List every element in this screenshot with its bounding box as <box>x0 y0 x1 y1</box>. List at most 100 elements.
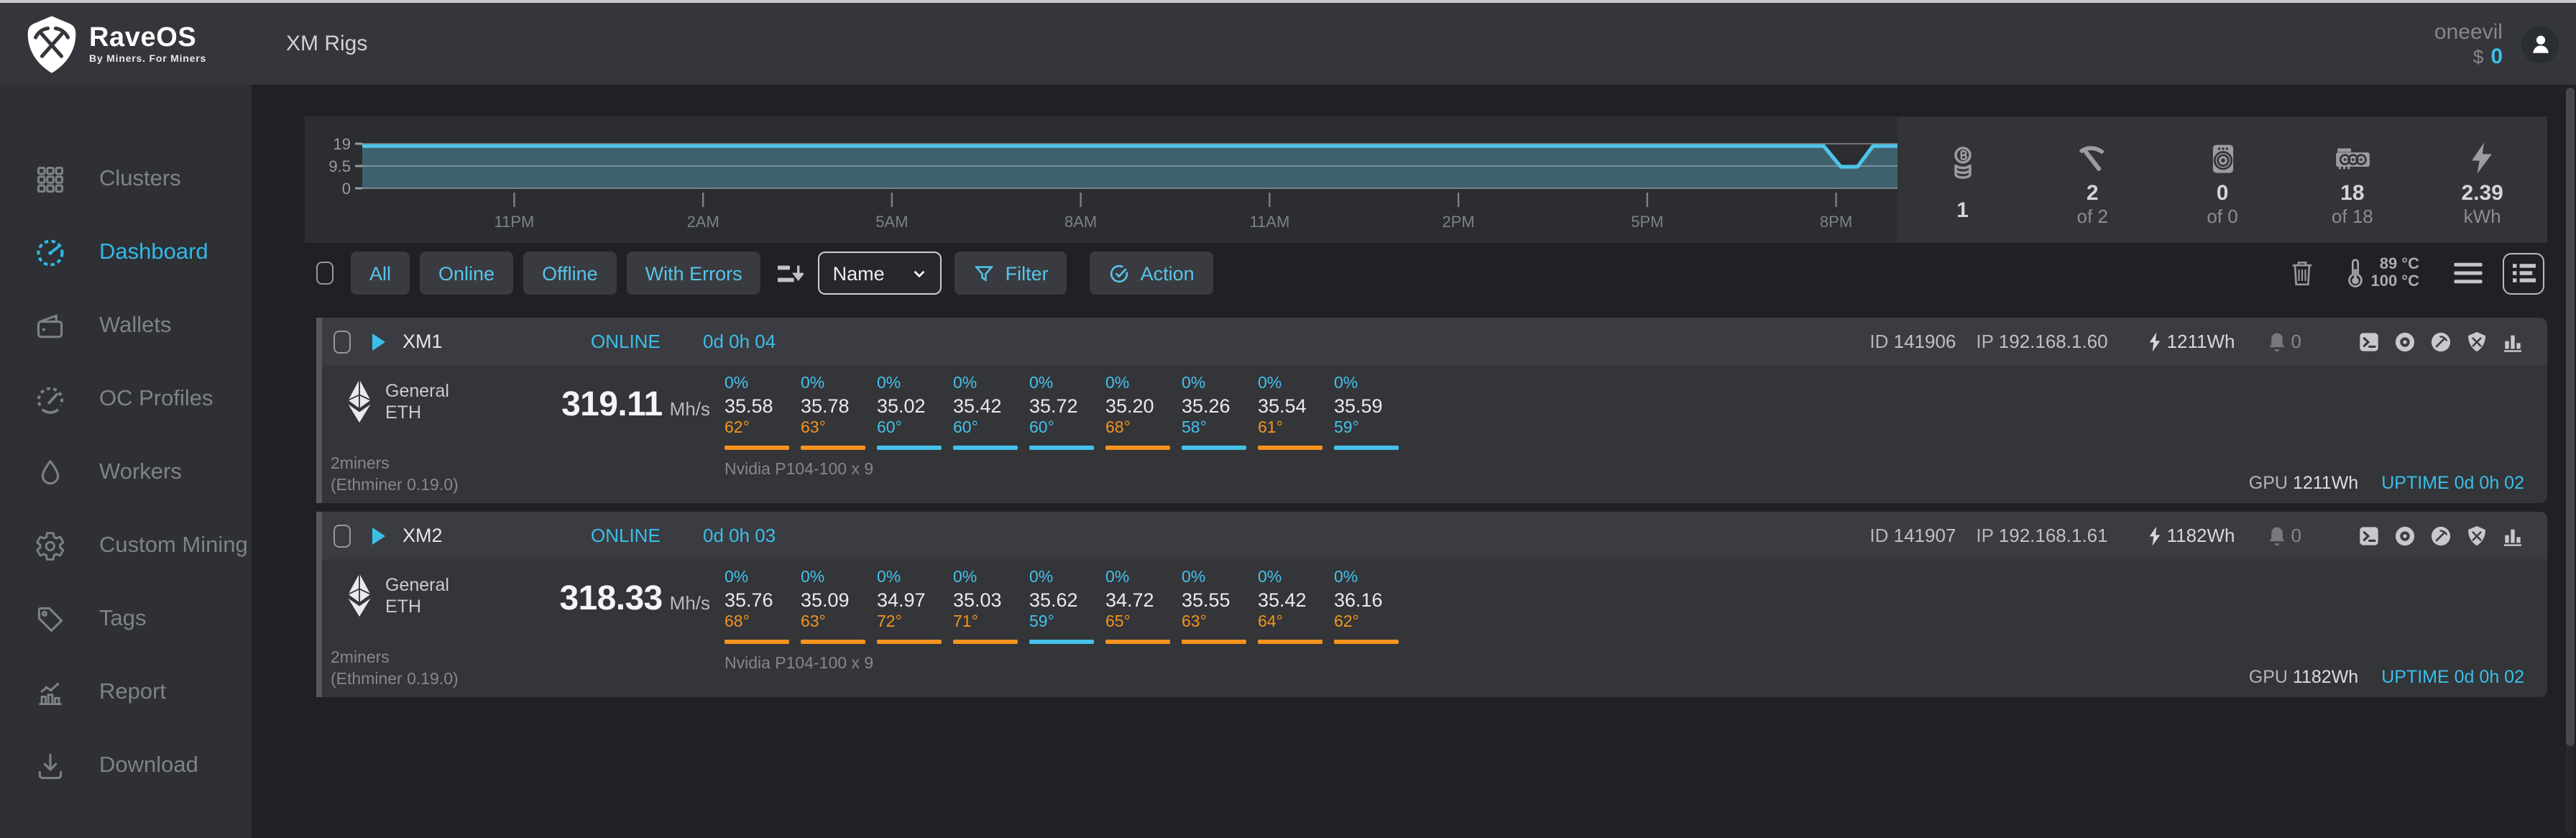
rig-actions <box>2345 524 2524 547</box>
app-logo[interactable]: RaveOS By Miners. For Miners <box>0 14 252 74</box>
sidebar-item-tags[interactable]: Tags <box>0 582 252 655</box>
gpu-temp-bar <box>801 446 865 450</box>
pickaxe-icon <box>2073 139 2112 176</box>
rig-notifications[interactable]: 0 <box>2267 524 2301 547</box>
gpu-cell[interactable]: 0% 35.09 63° <box>801 568 877 644</box>
gpu-temp-bar <box>1182 446 1246 450</box>
raveos-app: RaveOS By Miners. For Miners XM Rigs one… <box>0 0 2576 838</box>
gpu-temp-bar <box>877 446 942 450</box>
console-icon[interactable] <box>2358 330 2380 353</box>
stat-sub: of 18 <box>2331 205 2373 226</box>
gpu-temp-bar <box>724 446 789 450</box>
sidebar-item-clusters[interactable]: Clusters <box>0 142 252 216</box>
rig-checkbox[interactable] <box>334 330 351 353</box>
sidebar-item-download[interactable]: Download <box>0 729 252 802</box>
gpu-load: 0% <box>1182 375 1206 392</box>
gpu-cell[interactable]: 0% 35.72 60° <box>1029 374 1105 450</box>
list-view-toggle[interactable] <box>2503 252 2544 294</box>
sidebar-item-wallets[interactable]: Wallets <box>0 289 252 362</box>
shield-icon[interactable] <box>2465 524 2488 547</box>
gpu-load: 0% <box>953 569 978 586</box>
gpu-model: Nvidia P104-100 x 9 <box>724 655 874 673</box>
user-avatar[interactable] <box>2521 25 2559 63</box>
rig-expand-arrow-icon[interactable] <box>372 527 385 544</box>
scrollbar-thumb[interactable] <box>2566 88 2575 746</box>
gpu-cell[interactable]: 0% 35.78 63° <box>801 374 877 450</box>
sidebar-item-dashboard[interactable]: Dashboard <box>0 216 252 289</box>
action-button-label: Action <box>1140 262 1195 284</box>
trash-icon[interactable] <box>2290 259 2314 287</box>
rig-checkbox[interactable] <box>334 524 351 547</box>
gpu-hashrate: 35.54 <box>1258 395 1307 417</box>
gpu-cell[interactable]: 0% 34.72 65° <box>1105 568 1182 644</box>
eye-icon[interactable] <box>2393 330 2416 353</box>
user-info[interactable]: oneevil $0 <box>2434 19 2503 68</box>
filter-button[interactable]: Filter <box>954 252 1067 295</box>
temperature-range: 89 °C 100 °C <box>2346 256 2419 290</box>
gpu-cell[interactable]: 0% 35.42 64° <box>1258 568 1334 644</box>
rig-name[interactable]: XM1 <box>402 331 443 352</box>
svg-text:0: 0 <box>342 180 351 198</box>
gpu-cell[interactable]: 0% 35.02 60° <box>877 374 953 450</box>
gpu-cell[interactable]: 0% 35.26 58° <box>1182 374 1258 450</box>
scrollbar[interactable] <box>2566 88 2575 835</box>
gpu-load: 0% <box>1334 569 1358 586</box>
sidebar-item-report[interactable]: Report <box>0 655 252 729</box>
filter-tab-offline[interactable]: Offline <box>523 252 617 295</box>
funnel-icon <box>974 262 995 284</box>
pickaxe-circle-icon[interactable] <box>2429 524 2452 547</box>
gpu-cell[interactable]: 0% 34.97 72° <box>877 568 953 644</box>
gpu-cell[interactable]: 0% 35.62 59° <box>1029 568 1105 644</box>
gpu-temp: 61° <box>1258 420 1283 437</box>
stats-bars-icon[interactable] <box>2501 524 2524 547</box>
rig-card-xm2: XM2 ONLINE 0d 0h 03 ID 141907 IP 192.168… <box>316 512 2547 697</box>
app-name: RaveOS <box>89 22 197 52</box>
gpu-temp-bar <box>801 640 865 644</box>
sidebar-item-oc-profiles[interactable]: OC Profiles <box>0 362 252 436</box>
gpu-hashrate: 34.97 <box>877 589 926 611</box>
sidebar-item-custom-mining[interactable]: Custom Mining <box>0 509 252 582</box>
stat-pickaxe: 2 of 2 <box>2028 116 2158 243</box>
rig-notifications[interactable]: 0 <box>2267 330 2301 353</box>
shield-icon[interactable] <box>2465 330 2488 353</box>
gpu-cell[interactable]: 0% 36.16 62° <box>1334 568 1410 644</box>
sort-select-value: Name <box>832 262 885 284</box>
gpu-load: 0% <box>1334 375 1358 392</box>
filter-tab-online[interactable]: Online <box>420 252 514 295</box>
chevron-down-icon <box>912 265 928 281</box>
raveos-shield-logo-icon <box>26 14 78 74</box>
pickaxe-circle-icon[interactable] <box>2429 330 2452 353</box>
filter-tab-with-errors[interactable]: With Errors <box>626 252 761 295</box>
sort-direction-icon[interactable] <box>777 261 804 285</box>
stats-bars-icon[interactable] <box>2501 330 2524 353</box>
sidebar-item-workers[interactable]: Workers <box>0 436 252 509</box>
eye-icon[interactable] <box>2393 524 2416 547</box>
gpu-cell[interactable]: 0% 35.20 68° <box>1105 374 1182 450</box>
gpu-cell[interactable]: 0% 35.54 61° <box>1258 374 1334 450</box>
gpu-cell[interactable]: 0% 35.55 63° <box>1182 568 1258 644</box>
hashrate-unit: Mh/s <box>669 592 710 614</box>
console-icon[interactable] <box>2358 524 2380 547</box>
rig-name[interactable]: XM2 <box>402 525 443 546</box>
filter-tab-all[interactable]: All <box>351 252 410 295</box>
gpu-cell[interactable]: 0% 35.58 62° <box>724 374 801 450</box>
sidebar-item-label: Wallets <box>99 313 172 337</box>
sort-select[interactable]: Name <box>818 252 942 295</box>
coin-ticker: ETH <box>385 597 421 617</box>
gpu-cell[interactable]: 0% 35.03 71° <box>953 568 1029 644</box>
gpu-power: 1211Wh <box>2292 473 2359 493</box>
eth-icon <box>345 378 374 424</box>
rig-expand-arrow-icon[interactable] <box>372 333 385 350</box>
gpu-cell[interactable]: 0% 35.59 59° <box>1334 374 1410 450</box>
coins-icon <box>1943 144 1982 182</box>
rig-id: ID 141906 <box>1869 331 1956 352</box>
select-all-checkbox[interactable] <box>316 262 334 285</box>
gpu-cell[interactable]: 0% 35.76 68° <box>724 568 801 644</box>
gpu-cell[interactable]: 0% 35.42 60° <box>953 374 1029 450</box>
sidebar-item-label: Workers <box>99 459 182 484</box>
action-button[interactable]: Action <box>1090 252 1213 295</box>
gpu-grid: 0% 35.76 68° 0% 35.09 63° 0% 34.97 72° 0… <box>724 568 1410 644</box>
list-view-icon <box>2512 263 2535 283</box>
menu-icon[interactable] <box>2454 262 2483 285</box>
gpu-temp: 59° <box>1334 420 1359 437</box>
